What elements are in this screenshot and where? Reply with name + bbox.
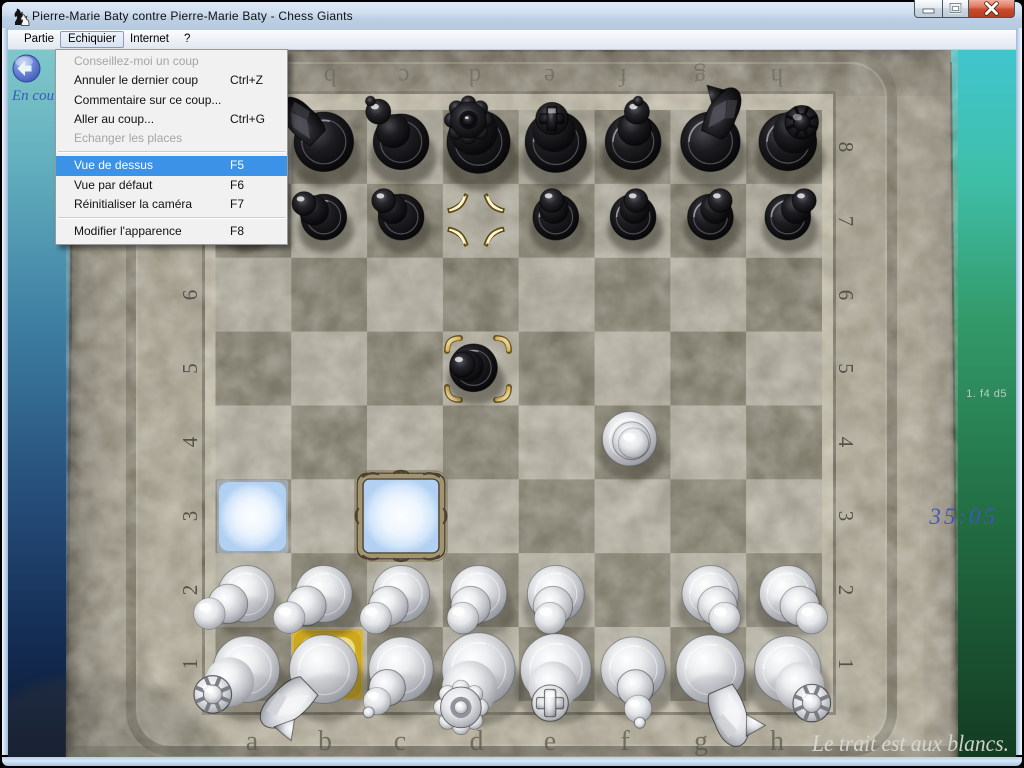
svg-text:35:05: 35:05 [928, 504, 998, 529]
svg-text:h: h [770, 726, 784, 757]
svg-text:c: c [394, 726, 406, 757]
svg-text:e: e [544, 726, 556, 757]
svg-text:f: f [618, 63, 627, 90]
svg-text:g: g [694, 726, 708, 757]
svg-text:3: 3 [178, 511, 202, 522]
svg-text:6: 6 [834, 290, 858, 301]
svg-text:7: 7 [834, 216, 858, 227]
svg-text:5: 5 [178, 363, 202, 374]
svg-text:6: 6 [178, 290, 202, 301]
svg-text:a: a [246, 726, 259, 757]
svg-text:2: 2 [178, 585, 202, 596]
svg-text:2: 2 [834, 585, 858, 596]
svg-text:1: 1 [178, 659, 202, 670]
svg-text:g: g [693, 63, 706, 90]
svg-text:d: d [470, 726, 484, 757]
svg-text:4: 4 [178, 436, 202, 447]
svg-text:4: 4 [834, 437, 858, 448]
svg-text:b: b [318, 726, 332, 757]
svg-text:b: b [324, 63, 337, 90]
svg-text:1. f4 d5: 1. f4 d5 [966, 388, 1007, 400]
svg-text:1: 1 [834, 659, 858, 670]
svg-text:f: f [620, 726, 630, 757]
svg-text:8: 8 [834, 142, 858, 153]
svg-text:Le trait est aux blancs.: Le trait est aux blancs. [811, 731, 1009, 756]
svg-text:h: h [770, 63, 783, 90]
svg-text:e: e [544, 63, 555, 90]
svg-text:5: 5 [834, 363, 858, 374]
svg-text:c: c [398, 63, 409, 90]
svg-text:d: d [468, 63, 481, 90]
svg-text:3: 3 [834, 511, 858, 522]
